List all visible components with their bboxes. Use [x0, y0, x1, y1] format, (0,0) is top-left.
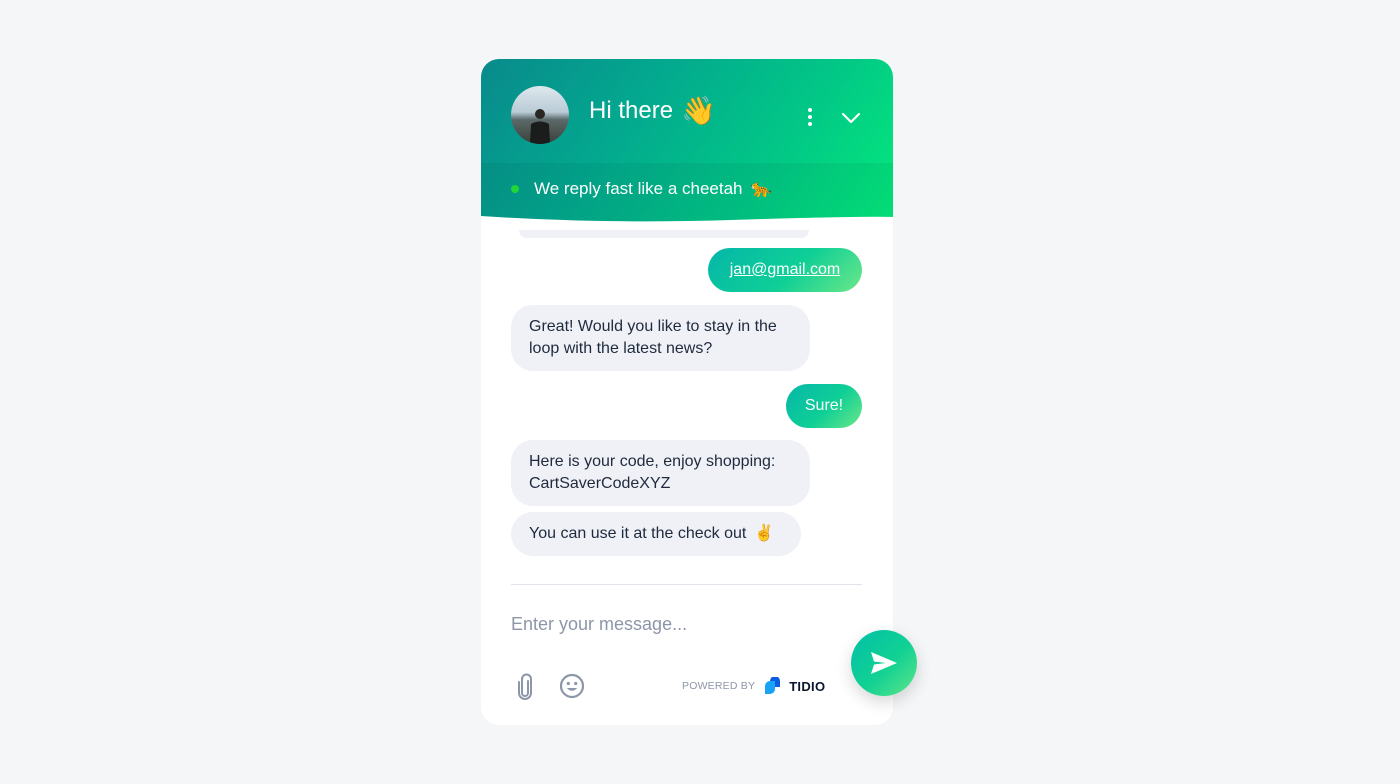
chat-widget: Hi there 👋 We reply fast like a cheetah …	[481, 59, 917, 725]
title-text: Hi there	[589, 97, 674, 124]
tidio-logo-icon	[765, 677, 781, 694]
message-text: Sure!	[804, 397, 844, 414]
status-line: We reply fast like a cheetah 🐆	[511, 179, 772, 199]
cheetah-icon: 🐆	[750, 179, 772, 198]
status-text: We reply fast like a cheetah	[534, 179, 743, 198]
header-wave	[481, 216, 893, 222]
message-line: Here is your code, enjoy shopping:	[529, 453, 776, 470]
chevron-down-icon[interactable]	[839, 109, 863, 127]
smiley-icon[interactable]	[559, 673, 585, 699]
message-line: loop with the latest news?	[529, 340, 713, 357]
paperclip-icon[interactable]	[515, 673, 535, 701]
victory-hand-icon: ✌️	[754, 525, 775, 542]
message-text: You can use it at the check out	[529, 525, 747, 542]
send-icon	[871, 652, 897, 674]
coupon-code: CartSaverCodeXYZ	[529, 475, 671, 492]
online-indicator	[511, 185, 519, 193]
powered-by-label: POWERED BY	[682, 680, 756, 692]
more-vertical-icon	[808, 108, 812, 112]
visitor-message: Sure!	[786, 384, 862, 428]
message-input[interactable]	[511, 607, 831, 641]
operator-message: You can use it at the check out ✌️	[511, 512, 801, 556]
email-link[interactable]: jan@gmail.com	[730, 259, 841, 281]
message-list[interactable]: jan@gmail.com Great! Would you like to s…	[481, 222, 893, 582]
send-button[interactable]	[851, 630, 917, 696]
powered-by[interactable]: POWERED BY TIDIO	[682, 677, 825, 695]
operator-avatar	[511, 86, 569, 144]
tidio-brand: TIDIO	[789, 678, 826, 694]
visitor-message: jan@gmail.com	[708, 248, 862, 292]
waving-hand-icon: 👋	[681, 95, 716, 126]
composer-divider	[511, 584, 862, 585]
operator-message: Great! Would you like to stay in the loo…	[511, 305, 810, 371]
chat-header: Hi there 👋 We reply fast like a cheetah …	[481, 59, 893, 222]
operator-message: Here is your code, enjoy shopping: CartS…	[511, 440, 810, 506]
chat-title: Hi there 👋	[589, 97, 716, 125]
previous-message-stub	[519, 230, 809, 238]
message-line: Great! Would you like to stay in the	[529, 318, 777, 335]
person-silhouette-icon	[530, 109, 550, 144]
more-options-button[interactable]	[801, 105, 819, 129]
